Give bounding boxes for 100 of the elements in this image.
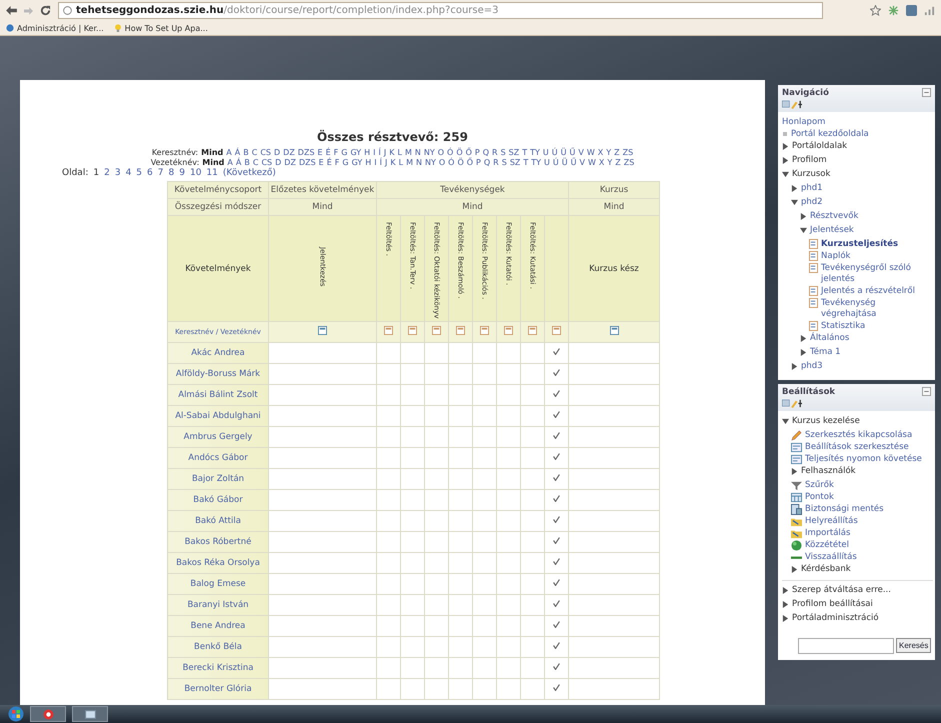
letter-link[interactable]: N bbox=[414, 148, 421, 158]
collapsed-arrow-icon[interactable] bbox=[791, 184, 798, 192]
letter-link[interactable]: G bbox=[342, 158, 349, 168]
letter-link[interactable]: DZ bbox=[283, 148, 295, 158]
letter-link[interactable]: DZS bbox=[298, 158, 316, 168]
page-link[interactable]: 2 bbox=[104, 168, 110, 179]
letter-link[interactable]: E bbox=[318, 158, 324, 168]
letter-link[interactable]: X bbox=[598, 148, 604, 158]
letter-link[interactable]: SZ bbox=[510, 158, 520, 168]
letter-link[interactable]: Ő bbox=[466, 158, 474, 168]
expanded-arrow-icon[interactable] bbox=[800, 226, 807, 234]
page-link[interactable]: 10 bbox=[190, 168, 202, 179]
letter-link[interactable]: F bbox=[334, 148, 338, 158]
expanded-arrow-icon[interactable] bbox=[782, 418, 789, 424]
letter-link[interactable]: Q bbox=[482, 148, 490, 158]
settings-link[interactable]: Pontok bbox=[805, 492, 834, 502]
collapsed-arrow-icon[interactable] bbox=[791, 566, 798, 572]
letter-link[interactable]: A bbox=[227, 158, 233, 168]
settings-link[interactable]: Importálás bbox=[805, 528, 850, 538]
settings-link[interactable]: Közzététel bbox=[805, 540, 849, 550]
letter-link[interactable]: G bbox=[341, 148, 348, 158]
letter-link[interactable]: R bbox=[492, 148, 498, 158]
letter-link[interactable]: ZS bbox=[622, 148, 634, 158]
letter-link[interactable]: Ö bbox=[457, 158, 464, 168]
page-link[interactable]: 11 bbox=[206, 168, 218, 179]
page-link[interactable]: 9 bbox=[179, 168, 185, 179]
letter-link[interactable]: F bbox=[334, 158, 340, 168]
letter-link[interactable]: B bbox=[243, 148, 249, 158]
letter-link[interactable]: M bbox=[404, 148, 412, 158]
letter-link[interactable]: Á bbox=[234, 148, 240, 158]
letter-link[interactable]: GY bbox=[350, 148, 362, 158]
tree-item[interactable]: Portáladminisztráció bbox=[792, 612, 879, 624]
letter-link[interactable]: Ú bbox=[552, 158, 559, 168]
tree-item[interactable]: Jelentések bbox=[810, 224, 854, 236]
letter-link[interactable]: DZS bbox=[298, 148, 315, 158]
tree-item[interactable]: phd3 bbox=[801, 360, 823, 372]
report-link[interactable]: Jelentés a részvételről bbox=[821, 286, 915, 296]
tree-item[interactable]: Profilom beállításai bbox=[792, 598, 873, 610]
tree-item[interactable]: Kérdésbank bbox=[801, 564, 851, 574]
letter-link[interactable]: ZS bbox=[624, 158, 634, 168]
letter-link[interactable]: Mind bbox=[202, 158, 224, 168]
letter-link[interactable]: X bbox=[598, 158, 604, 168]
page-link[interactable]: 6 bbox=[147, 168, 153, 179]
expanded-arrow-icon[interactable] bbox=[791, 198, 798, 206]
report-link[interactable]: Tevékenységről szóló jelentés bbox=[821, 262, 933, 284]
letter-link[interactable]: Ű bbox=[569, 148, 576, 158]
letter-link[interactable]: U bbox=[544, 158, 550, 168]
letter-link[interactable]: J bbox=[385, 158, 388, 168]
letter-link[interactable]: O bbox=[438, 158, 446, 168]
letter-link[interactable]: T bbox=[523, 158, 528, 168]
collapse-icon[interactable] bbox=[922, 88, 931, 97]
letter-link[interactable]: Ö bbox=[456, 148, 463, 158]
letter-link[interactable]: M bbox=[406, 158, 413, 168]
letter-link[interactable]: T bbox=[522, 148, 528, 158]
bookmark-link[interactable]: How To Set Up Apa... bbox=[124, 24, 208, 32]
report-link[interactable]: Kurzusteljesítés bbox=[821, 238, 898, 250]
tree-item[interactable]: Kurzusok bbox=[792, 168, 830, 180]
start-icon[interactable] bbox=[8, 706, 24, 722]
search-field[interactable] bbox=[798, 638, 894, 654]
page-link[interactable]: 5 bbox=[136, 168, 142, 179]
letter-link[interactable]: L bbox=[398, 158, 404, 168]
letter-link[interactable]: DZ bbox=[284, 158, 296, 168]
tree-item[interactable]: Felhasználók bbox=[801, 466, 856, 476]
tree-item[interactable]: Téma 1 bbox=[810, 346, 841, 358]
collapsed-arrow-icon[interactable] bbox=[791, 468, 798, 474]
letter-link[interactable]: I bbox=[374, 158, 377, 168]
expanded-arrow-icon[interactable] bbox=[782, 170, 789, 178]
letter-link[interactable]: O bbox=[438, 148, 444, 158]
letter-link[interactable]: Z bbox=[615, 158, 621, 168]
letter-link[interactable]: Y bbox=[607, 158, 612, 168]
block-tools-icon[interactable] bbox=[782, 100, 804, 109]
letter-link[interactable]: Á bbox=[236, 158, 242, 168]
letter-link[interactable]: C bbox=[252, 148, 258, 158]
letter-link[interactable]: K bbox=[389, 148, 394, 158]
star-icon[interactable] bbox=[870, 5, 881, 16]
page-link[interactable]: 8 bbox=[168, 168, 174, 179]
address-bar[interactable]: tehetseggondozas.szie.hu/doktori/course/report/completion/index.php?course=3 bbox=[58, 2, 823, 19]
settings-link[interactable]: Helyreállítás bbox=[805, 516, 858, 526]
tree-item[interactable]: Kurzus kezelése bbox=[792, 416, 860, 426]
taskbar-app[interactable] bbox=[72, 706, 108, 722]
search-button[interactable]: Keresés bbox=[896, 638, 932, 653]
letter-link[interactable]: P bbox=[474, 148, 480, 158]
settings-link[interactable]: Visszaállítás bbox=[805, 552, 857, 562]
tree-item[interactable]: phd1 bbox=[801, 182, 823, 194]
back-icon[interactable] bbox=[6, 6, 17, 15]
letter-link[interactable]: TY bbox=[531, 158, 542, 168]
letter-link[interactable]: SZ bbox=[508, 148, 520, 158]
taskbar-app[interactable] bbox=[30, 706, 66, 722]
letter-link[interactable]: R bbox=[493, 158, 499, 168]
letter-link[interactable]: H bbox=[365, 158, 372, 168]
settings-link[interactable]: Beállítások szerkesztése bbox=[805, 442, 909, 452]
letter-link[interactable]: L bbox=[397, 148, 402, 158]
settings-link[interactable]: Biztonsági mentés bbox=[805, 504, 884, 514]
settings-link[interactable]: Szűrők bbox=[805, 480, 834, 490]
letter-link[interactable]: V bbox=[579, 158, 585, 168]
letter-link[interactable]: É bbox=[326, 158, 332, 168]
letter-link[interactable]: Ő bbox=[466, 148, 472, 158]
letter-link[interactable]: K bbox=[390, 158, 396, 168]
settings-link[interactable]: Teljesítés nyomon követése bbox=[805, 454, 922, 464]
letter-link[interactable]: Ó bbox=[447, 148, 454, 158]
